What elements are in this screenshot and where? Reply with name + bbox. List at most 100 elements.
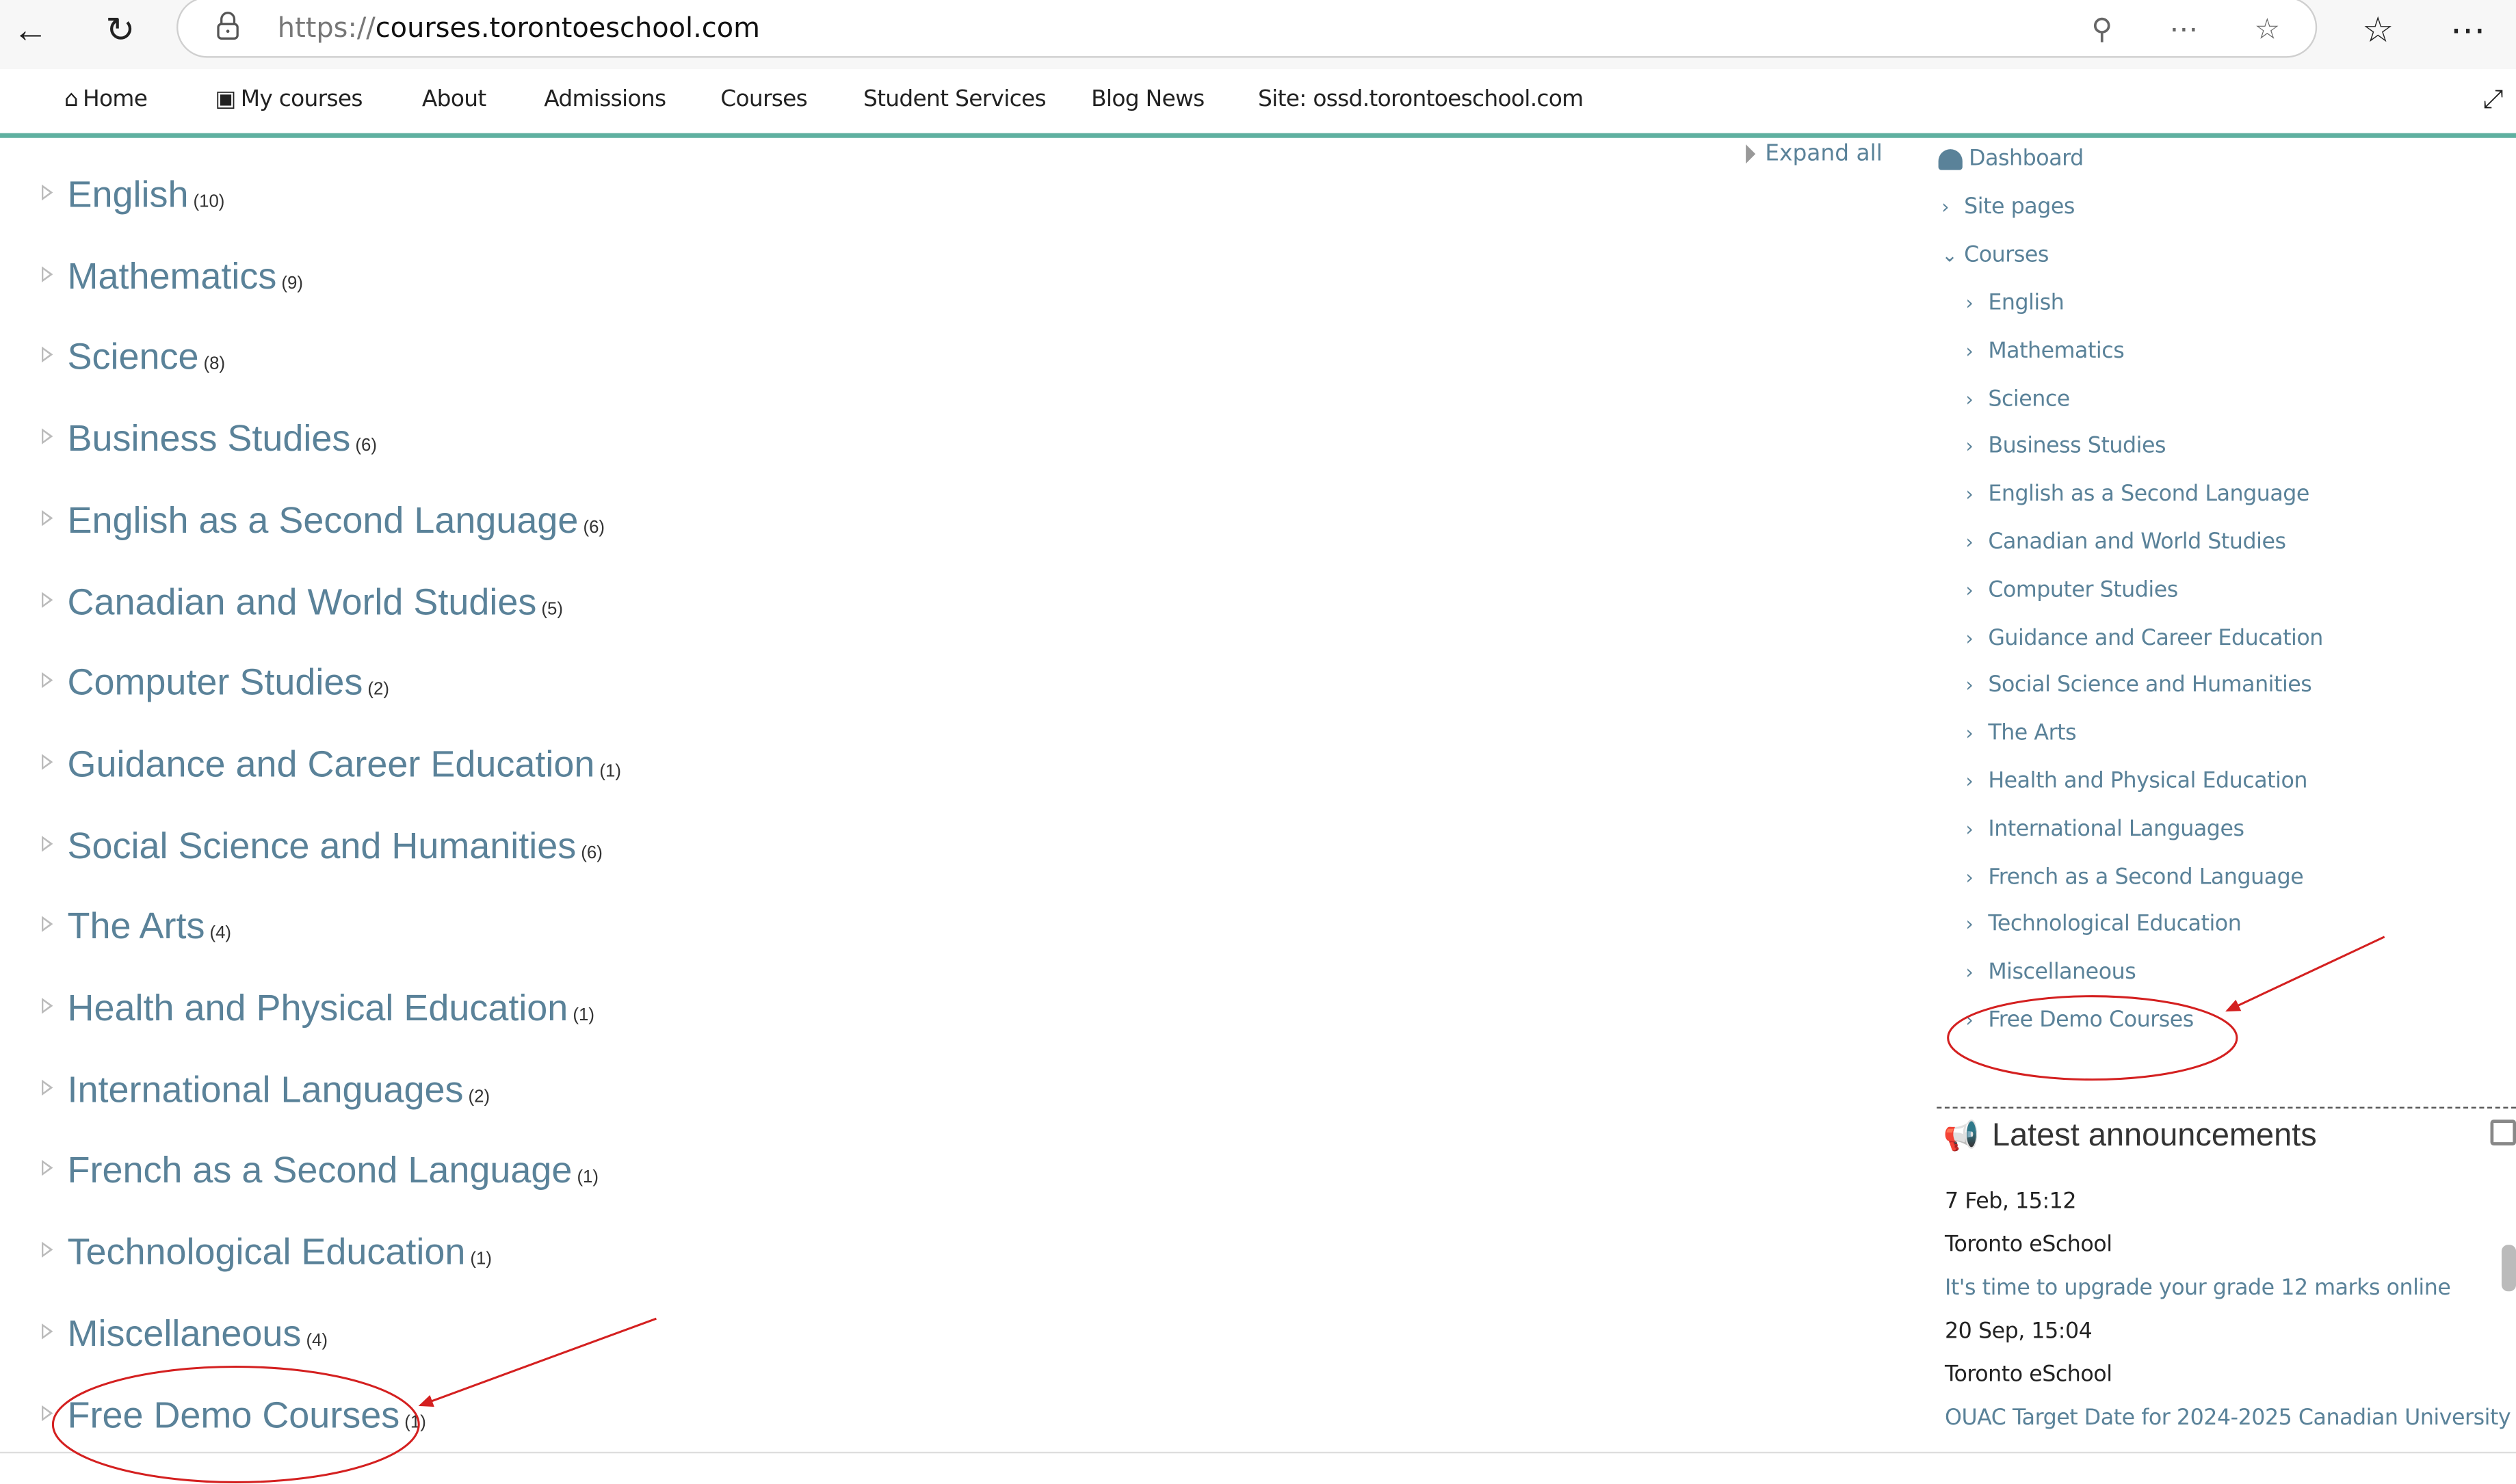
category-item[interactable]: Business Studies (6) (41, 417, 377, 460)
category-link[interactable]: Computer Studies (68, 661, 363, 704)
expand-triangle-icon[interactable] (41, 754, 53, 770)
expand-triangle-icon[interactable] (41, 1241, 53, 1258)
expand-triangle-icon[interactable] (41, 347, 53, 364)
nav-student-services[interactable]: Student Services (863, 87, 1047, 113)
category-item[interactable]: Miscellaneous (4) (41, 1312, 328, 1355)
nav-courses-node[interactable]: ⌄ Courses (1941, 242, 2049, 268)
category-link[interactable]: Health and Physical Education (68, 987, 568, 1030)
nav-course-category[interactable]: › French as a Second Language (1965, 864, 2303, 890)
chevron-right-icon: › (1965, 865, 1974, 888)
scrollbar-thumb[interactable] (2501, 1245, 2516, 1292)
chevron-right-icon: › (1965, 291, 1974, 315)
expand-triangle-icon[interactable] (41, 916, 53, 933)
category-link[interactable]: Technological Education (68, 1230, 466, 1273)
expand-all-link[interactable]: Expand all (1746, 141, 1883, 167)
nav-course-category[interactable]: › Health and Physical Education (1965, 769, 2307, 795)
nav-courses[interactable]: Courses (720, 87, 808, 113)
category-item[interactable]: English (10) (41, 173, 225, 216)
course-count: (10) (193, 192, 225, 212)
chevron-right-icon: › (1941, 196, 1950, 219)
nav-course-category[interactable]: › Technological Education (1965, 912, 2241, 938)
category-link[interactable]: Canadian and World Studies (68, 580, 537, 623)
refresh-icon[interactable]: ↻ (93, 6, 148, 54)
category-item[interactable]: Science (8) (41, 336, 225, 379)
settings-more-icon[interactable]: ⋯ (2441, 6, 2495, 54)
nav-dashboard[interactable]: Dashboard (1938, 146, 2084, 172)
category-link[interactable]: Guidance and Career Education (68, 743, 595, 786)
expand-triangle-icon[interactable] (41, 835, 53, 851)
zoom-out-icon[interactable]: ⚲ (2081, 8, 2123, 50)
nav-my-courses[interactable]: ▣ My courses (215, 87, 363, 113)
category-item[interactable]: English as a Second Language (6) (41, 499, 605, 542)
expand-triangle-icon[interactable] (41, 1160, 53, 1177)
back-icon[interactable]: ← (3, 6, 58, 54)
category-link[interactable]: English as a Second Language (68, 499, 579, 542)
block-collapse-button[interactable] (2490, 1119, 2516, 1145)
nav-course-category[interactable]: › Social Science and Humanities (1965, 673, 2311, 699)
nav-course-category[interactable]: › The Arts (1965, 721, 2076, 747)
nav-course-category[interactable]: › Free Demo Courses (1965, 1007, 2194, 1033)
collapse-icon[interactable]: ⤢ (2482, 87, 2503, 116)
expand-triangle-icon[interactable] (41, 1404, 53, 1421)
category-link[interactable]: Science (68, 336, 199, 379)
expand-triangle-icon[interactable] (41, 1078, 53, 1096)
expand-triangle-icon[interactable] (41, 672, 53, 689)
announcement-link[interactable]: OUAC Target Date for 2024-2025 Canadian … (1945, 1405, 2511, 1431)
nav-blog-news[interactable]: Blog News (1091, 87, 1205, 113)
expand-triangle-icon[interactable] (41, 265, 53, 282)
category-link[interactable]: Free Demo Courses (68, 1393, 400, 1436)
expand-triangle-icon[interactable] (41, 591, 53, 607)
lock-icon[interactable] (217, 11, 239, 40)
url-text[interactable]: https://courses.torontoeschool.com (278, 13, 760, 45)
category-item[interactable]: French as a Second Language (1) (41, 1149, 599, 1192)
announcement-link[interactable]: It's time to upgrade your grade 12 marks… (1945, 1275, 2451, 1301)
expand-triangle-icon[interactable] (41, 1323, 53, 1340)
chevron-right-icon: › (1965, 961, 1974, 984)
favorites-list-icon[interactable]: ☆ (2350, 6, 2405, 54)
nav-site-pages[interactable]: › Site pages (1941, 194, 2075, 220)
nav-about[interactable]: About (422, 87, 486, 113)
category-item[interactable]: Technological Education (1) (41, 1230, 492, 1273)
expand-triangle-icon[interactable] (41, 428, 53, 445)
nav-home[interactable]: ⌂ Home (64, 87, 148, 113)
category-item[interactable]: Canadian and World Studies (5) (41, 580, 563, 623)
category-link[interactable]: French as a Second Language (68, 1149, 573, 1192)
category-item[interactable]: International Languages (2) (41, 1068, 490, 1111)
category-link[interactable]: International Languages (68, 1068, 464, 1111)
nav-course-category[interactable]: › English as a Second Language (1965, 481, 2309, 507)
nav-course-category[interactable]: › English (1965, 291, 2064, 317)
category-item[interactable]: Guidance and Career Education (1) (41, 743, 621, 786)
chevron-right-icon: › (1965, 674, 1974, 697)
category-item[interactable]: Social Science and Humanities (6) (41, 824, 603, 867)
category-item[interactable]: The Arts (4) (41, 905, 231, 949)
category-link[interactable]: Social Science and Humanities (68, 824, 577, 867)
nav-course-category[interactable]: › Miscellaneous (1965, 959, 2136, 985)
expand-triangle-icon[interactable] (41, 998, 53, 1014)
address-bar[interactable]: https://courses.torontoeschool.com ⚲ ⋯ ☆ (176, 0, 2318, 58)
nav-course-category[interactable]: › Science (1965, 386, 2070, 412)
nav-course-category[interactable]: › Canadian and World Studies (1965, 529, 2285, 555)
category-item[interactable]: Computer Studies (2) (41, 661, 389, 704)
nav-course-category[interactable]: › International Languages (1965, 816, 2244, 842)
category-link[interactable]: The Arts (68, 905, 205, 949)
chevron-right-icon: › (1965, 722, 1974, 745)
category-item[interactable]: Mathematics (9) (41, 254, 303, 297)
nav-course-category[interactable]: › Business Studies (1965, 434, 2166, 460)
nav-course-category[interactable]: › Computer Studies (1965, 577, 2178, 603)
category-link[interactable]: English (68, 173, 189, 216)
expand-triangle-icon[interactable] (41, 184, 53, 201)
more-tools-icon[interactable]: ⋯ (2163, 8, 2205, 50)
category-item[interactable]: Health and Physical Education (1) (41, 987, 594, 1030)
nav-course-category[interactable]: › Guidance and Career Education (1965, 625, 2323, 651)
expand-triangle-icon[interactable] (41, 509, 53, 526)
nav-admissions[interactable]: Admissions (544, 87, 666, 113)
category-item[interactable]: Free Demo Courses (1) (41, 1393, 426, 1436)
nav-course-category[interactable]: › Mathematics (1965, 338, 2124, 364)
announcement-date: 20 Sep, 15:04 (1944, 1319, 2093, 1344)
category-link[interactable]: Business Studies (68, 417, 351, 460)
favorite-icon[interactable]: ☆ (2246, 8, 2288, 50)
category-link[interactable]: Mathematics (68, 254, 277, 297)
course-count: (2) (468, 1087, 490, 1107)
category-link[interactable]: Miscellaneous (68, 1312, 302, 1355)
nav-site-link[interactable]: Site: ossd.torontoeschool.com (1258, 87, 1584, 113)
